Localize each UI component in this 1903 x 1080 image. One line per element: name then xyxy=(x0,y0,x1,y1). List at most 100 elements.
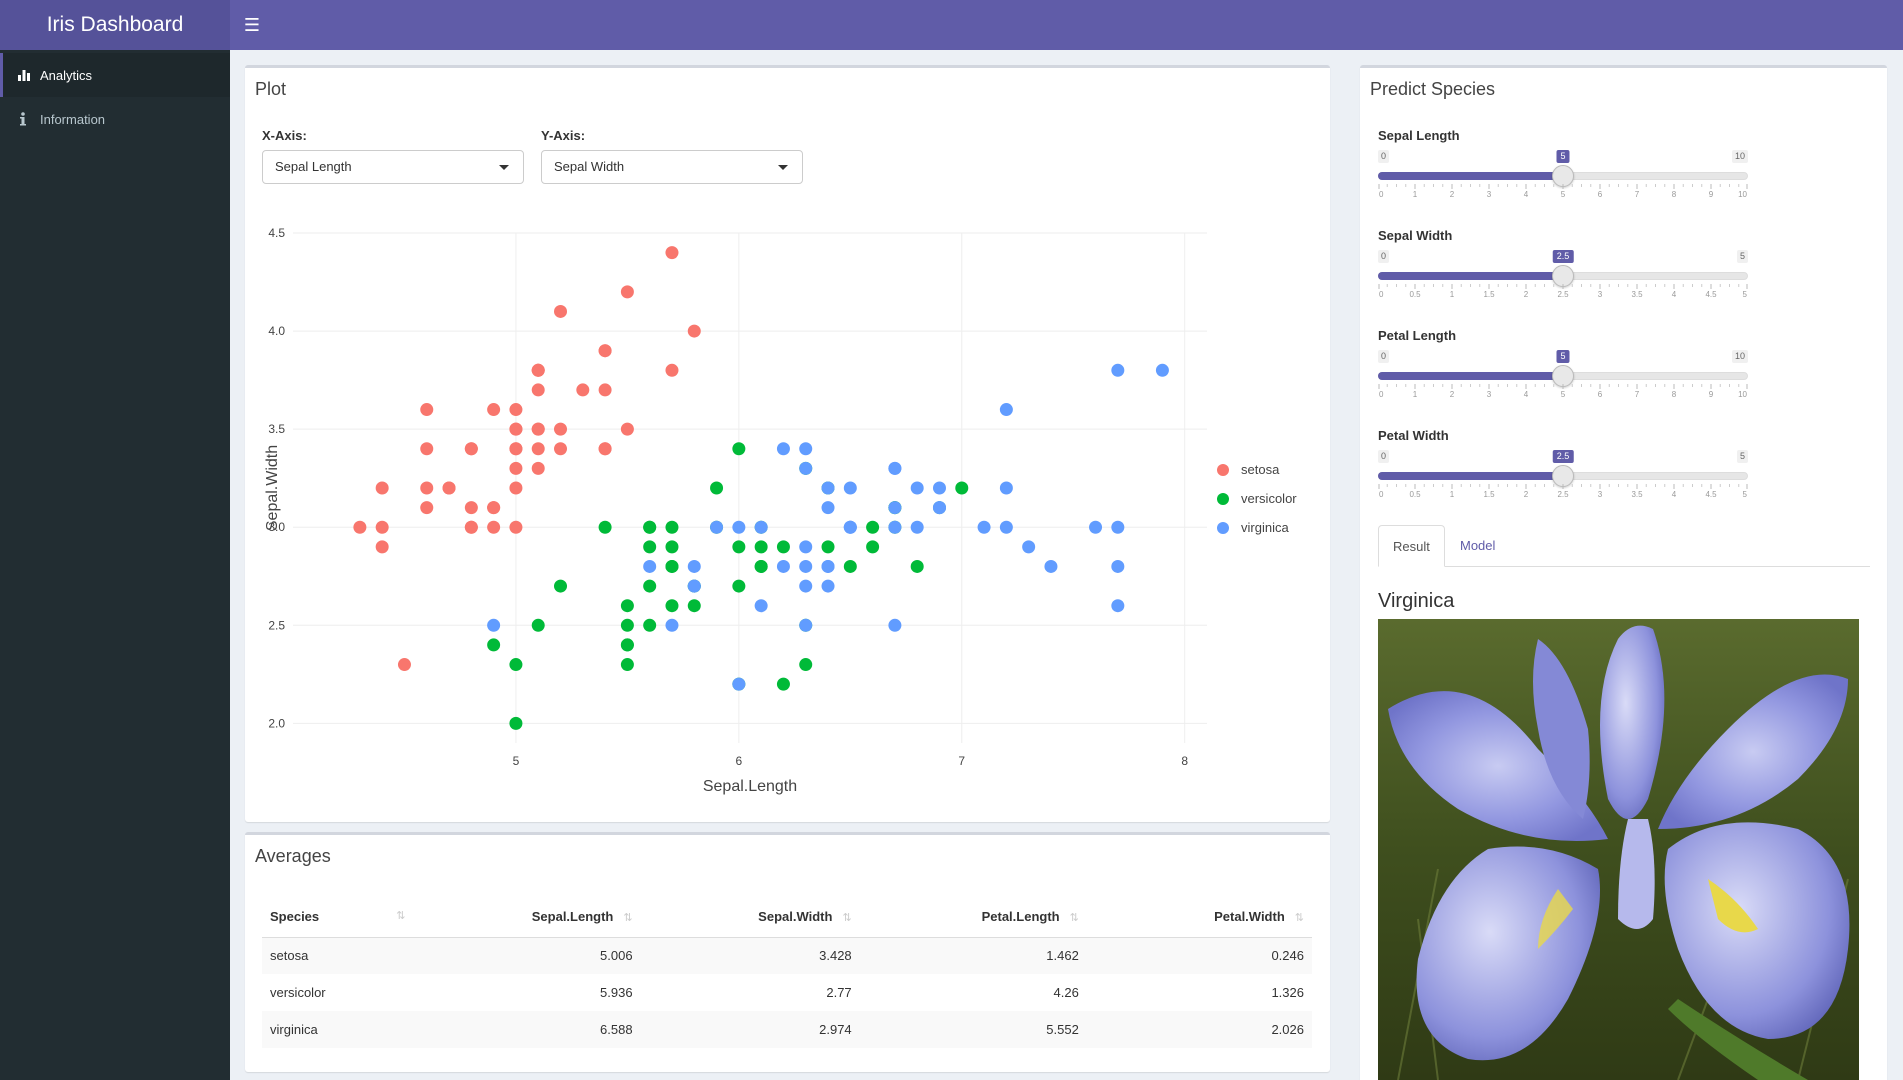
data-point-setosa[interactable] xyxy=(531,442,545,456)
data-point-virginica[interactable] xyxy=(1155,363,1169,377)
data-point-setosa[interactable] xyxy=(397,658,411,672)
data-point-versicolor[interactable] xyxy=(487,638,501,652)
legend-item-virginica[interactable]: virginica xyxy=(1217,520,1289,535)
data-point-setosa[interactable] xyxy=(554,304,568,318)
data-point-virginica[interactable] xyxy=(665,618,679,632)
data-point-versicolor[interactable] xyxy=(643,540,657,554)
data-point-setosa[interactable] xyxy=(375,540,389,554)
data-point-virginica[interactable] xyxy=(799,442,813,456)
data-point-setosa[interactable] xyxy=(509,461,523,475)
data-point-virginica[interactable] xyxy=(687,559,701,573)
data-point-setosa[interactable] xyxy=(531,422,545,436)
data-point-versicolor[interactable] xyxy=(531,618,545,632)
data-point-setosa[interactable] xyxy=(531,363,545,377)
data-point-virginica[interactable] xyxy=(888,461,902,475)
data-point-setosa[interactable] xyxy=(509,481,523,495)
data-point-setosa[interactable] xyxy=(554,442,568,456)
data-point-setosa[interactable] xyxy=(598,383,612,397)
data-point-setosa[interactable] xyxy=(420,481,434,495)
data-point-setosa[interactable] xyxy=(420,501,434,515)
data-point-virginica[interactable] xyxy=(754,520,768,534)
data-point-setosa[interactable] xyxy=(442,481,456,495)
data-point-virginica[interactable] xyxy=(910,481,924,495)
data-point-setosa[interactable] xyxy=(509,442,523,456)
data-point-virginica[interactable] xyxy=(754,599,768,613)
data-point-virginica[interactable] xyxy=(799,618,813,632)
data-point-virginica[interactable] xyxy=(776,559,790,573)
data-point-virginica[interactable] xyxy=(1044,559,1058,573)
data-point-versicolor[interactable] xyxy=(665,599,679,613)
data-point-setosa[interactable] xyxy=(509,403,523,417)
data-point-virginica[interactable] xyxy=(888,520,902,534)
data-point-virginica[interactable] xyxy=(1022,540,1036,554)
data-point-versicolor[interactable] xyxy=(754,540,768,554)
data-point-virginica[interactable] xyxy=(643,559,657,573)
data-point-setosa[interactable] xyxy=(598,344,612,358)
scatter-plot[interactable]: 5 6 7 82.02.53.03.54.04.5Sepal.LengthSepal.… xyxy=(255,215,1255,815)
data-point-versicolor[interactable] xyxy=(732,442,746,456)
data-point-virginica[interactable] xyxy=(710,520,724,534)
data-point-versicolor[interactable] xyxy=(620,658,634,672)
data-point-setosa[interactable] xyxy=(353,520,367,534)
data-point-setosa[interactable] xyxy=(420,403,434,417)
data-point-versicolor[interactable] xyxy=(776,540,790,554)
data-point-versicolor[interactable] xyxy=(799,658,813,672)
data-point-versicolor[interactable] xyxy=(620,638,634,652)
data-point-setosa[interactable] xyxy=(576,383,590,397)
data-point-versicolor[interactable] xyxy=(843,559,857,573)
data-point-virginica[interactable] xyxy=(487,618,501,632)
data-point-setosa[interactable] xyxy=(487,501,501,515)
data-point-versicolor[interactable] xyxy=(732,540,746,554)
data-point-versicolor[interactable] xyxy=(643,579,657,593)
data-point-versicolor[interactable] xyxy=(665,520,679,534)
data-point-versicolor[interactable] xyxy=(665,559,679,573)
data-point-virginica[interactable] xyxy=(910,520,924,534)
legend-item-setosa[interactable]: setosa xyxy=(1217,462,1279,477)
data-point-virginica[interactable] xyxy=(999,520,1013,534)
data-point-versicolor[interactable] xyxy=(554,579,568,593)
data-point-versicolor[interactable] xyxy=(620,618,634,632)
data-point-setosa[interactable] xyxy=(487,520,501,534)
data-point-virginica[interactable] xyxy=(732,677,746,691)
data-point-setosa[interactable] xyxy=(665,246,679,260)
data-point-versicolor[interactable] xyxy=(710,481,724,495)
data-point-versicolor[interactable] xyxy=(620,599,634,613)
data-point-versicolor[interactable] xyxy=(509,716,523,730)
data-point-virginica[interactable] xyxy=(932,481,946,495)
data-point-virginica[interactable] xyxy=(687,579,701,593)
petal-width-slider[interactable]: Petal Width 0 5 2.5 0 0.5 1 1.5 2 2.5 3 3.5 4 4.5… xyxy=(1378,428,1748,498)
legend-item-versicolor[interactable]: versicolor xyxy=(1217,491,1297,506)
data-point-virginica[interactable] xyxy=(821,501,835,515)
data-point-setosa[interactable] xyxy=(464,520,478,534)
sidebar-item-information[interactable]: Information xyxy=(0,97,230,141)
data-point-setosa[interactable] xyxy=(420,442,434,456)
x-axis-select[interactable]: Sepal Length xyxy=(262,150,524,184)
data-point-virginica[interactable] xyxy=(799,461,813,475)
data-point-virginica[interactable] xyxy=(821,579,835,593)
data-point-versicolor[interactable] xyxy=(866,540,880,554)
data-point-setosa[interactable] xyxy=(598,442,612,456)
data-point-setosa[interactable] xyxy=(531,461,545,475)
app-logo[interactable]: Iris Dashboard xyxy=(0,0,230,50)
data-point-setosa[interactable] xyxy=(665,363,679,377)
data-point-setosa[interactable] xyxy=(375,520,389,534)
petal-length-slider[interactable]: Petal Length 0 10 5 0 1 2 3 4 5 6 7 8 9 10 xyxy=(1378,328,1748,398)
data-point-virginica[interactable] xyxy=(1111,599,1125,613)
data-point-virginica[interactable] xyxy=(799,559,813,573)
data-point-virginica[interactable] xyxy=(799,540,813,554)
data-point-versicolor[interactable] xyxy=(509,658,523,672)
data-point-setosa[interactable] xyxy=(509,520,523,534)
data-point-virginica[interactable] xyxy=(821,481,835,495)
data-point-virginica[interactable] xyxy=(999,403,1013,417)
sidebar-item-analytics[interactable]: Analytics xyxy=(0,53,230,97)
data-point-versicolor[interactable] xyxy=(955,481,969,495)
sepal-length-slider[interactable]: Sepal Length 0 10 5 0 1 2 3 4 5 6 7 8 9 10 xyxy=(1378,128,1748,198)
data-point-virginica[interactable] xyxy=(888,618,902,632)
data-point-setosa[interactable] xyxy=(687,324,701,338)
data-point-versicolor[interactable] xyxy=(821,540,835,554)
column-header-sepal-length[interactable]: Sepal.Length ⇅ xyxy=(413,897,641,938)
data-point-versicolor[interactable] xyxy=(776,677,790,691)
data-point-setosa[interactable] xyxy=(464,442,478,456)
data-point-setosa[interactable] xyxy=(531,383,545,397)
column-header-petal-width[interactable]: Petal.Width ⇅ xyxy=(1086,897,1312,938)
